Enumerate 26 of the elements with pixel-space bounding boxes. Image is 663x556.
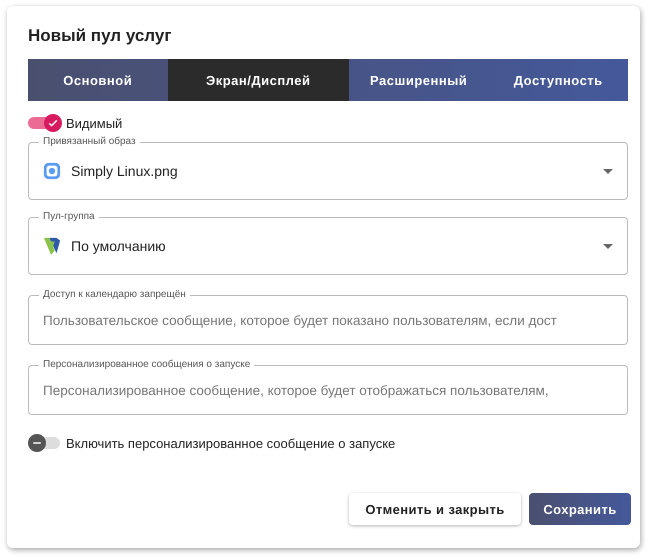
field-label: Доступ к календарю запрещён [42,288,187,302]
field-value: Simply Linux.png [71,163,178,179]
toggle-label: Включить персонализированное сообщение о запуске [66,436,396,450]
shield-icon [43,236,61,256]
tab[interactable]: Расширенный [348,59,488,101]
field-label: Привязанный образ [42,135,137,149]
save-button[interactable]: Сохранить [529,493,631,525]
image-icon [43,162,61,180]
caret-icon [603,168,613,174]
toggle-switch[interactable] [28,113,62,133]
tab[interactable]: Основной [28,59,168,101]
tab[interactable]: Экран/Дисплей [168,59,349,101]
cancel-button[interactable]: Отменить и закрыть [349,493,521,525]
select-field[interactable]: Привязанный образ Simply Linux.png [28,135,628,200]
input-field[interactable]: Персонализированное сообщение, которое будет отображаться пользователям, [43,382,613,398]
dialog-title: Новый пул услуг [28,26,172,47]
field-value: По умолчанию [71,238,166,254]
toggle-label: Видимый [66,116,122,130]
toggle-switch[interactable] [28,433,62,453]
input-field[interactable]: Пользовательское сообщение, которое будет показано пользователям, если дост [43,312,613,328]
tab[interactable]: Доступность [488,59,628,101]
caret-icon [603,244,613,248]
field-label: Пул-группа [42,210,96,224]
check-icon [47,117,59,129]
select-field[interactable]: Пул-группа По умолчанию [28,210,628,275]
field-label: Персонализированное сообщения о запуске [42,358,252,372]
